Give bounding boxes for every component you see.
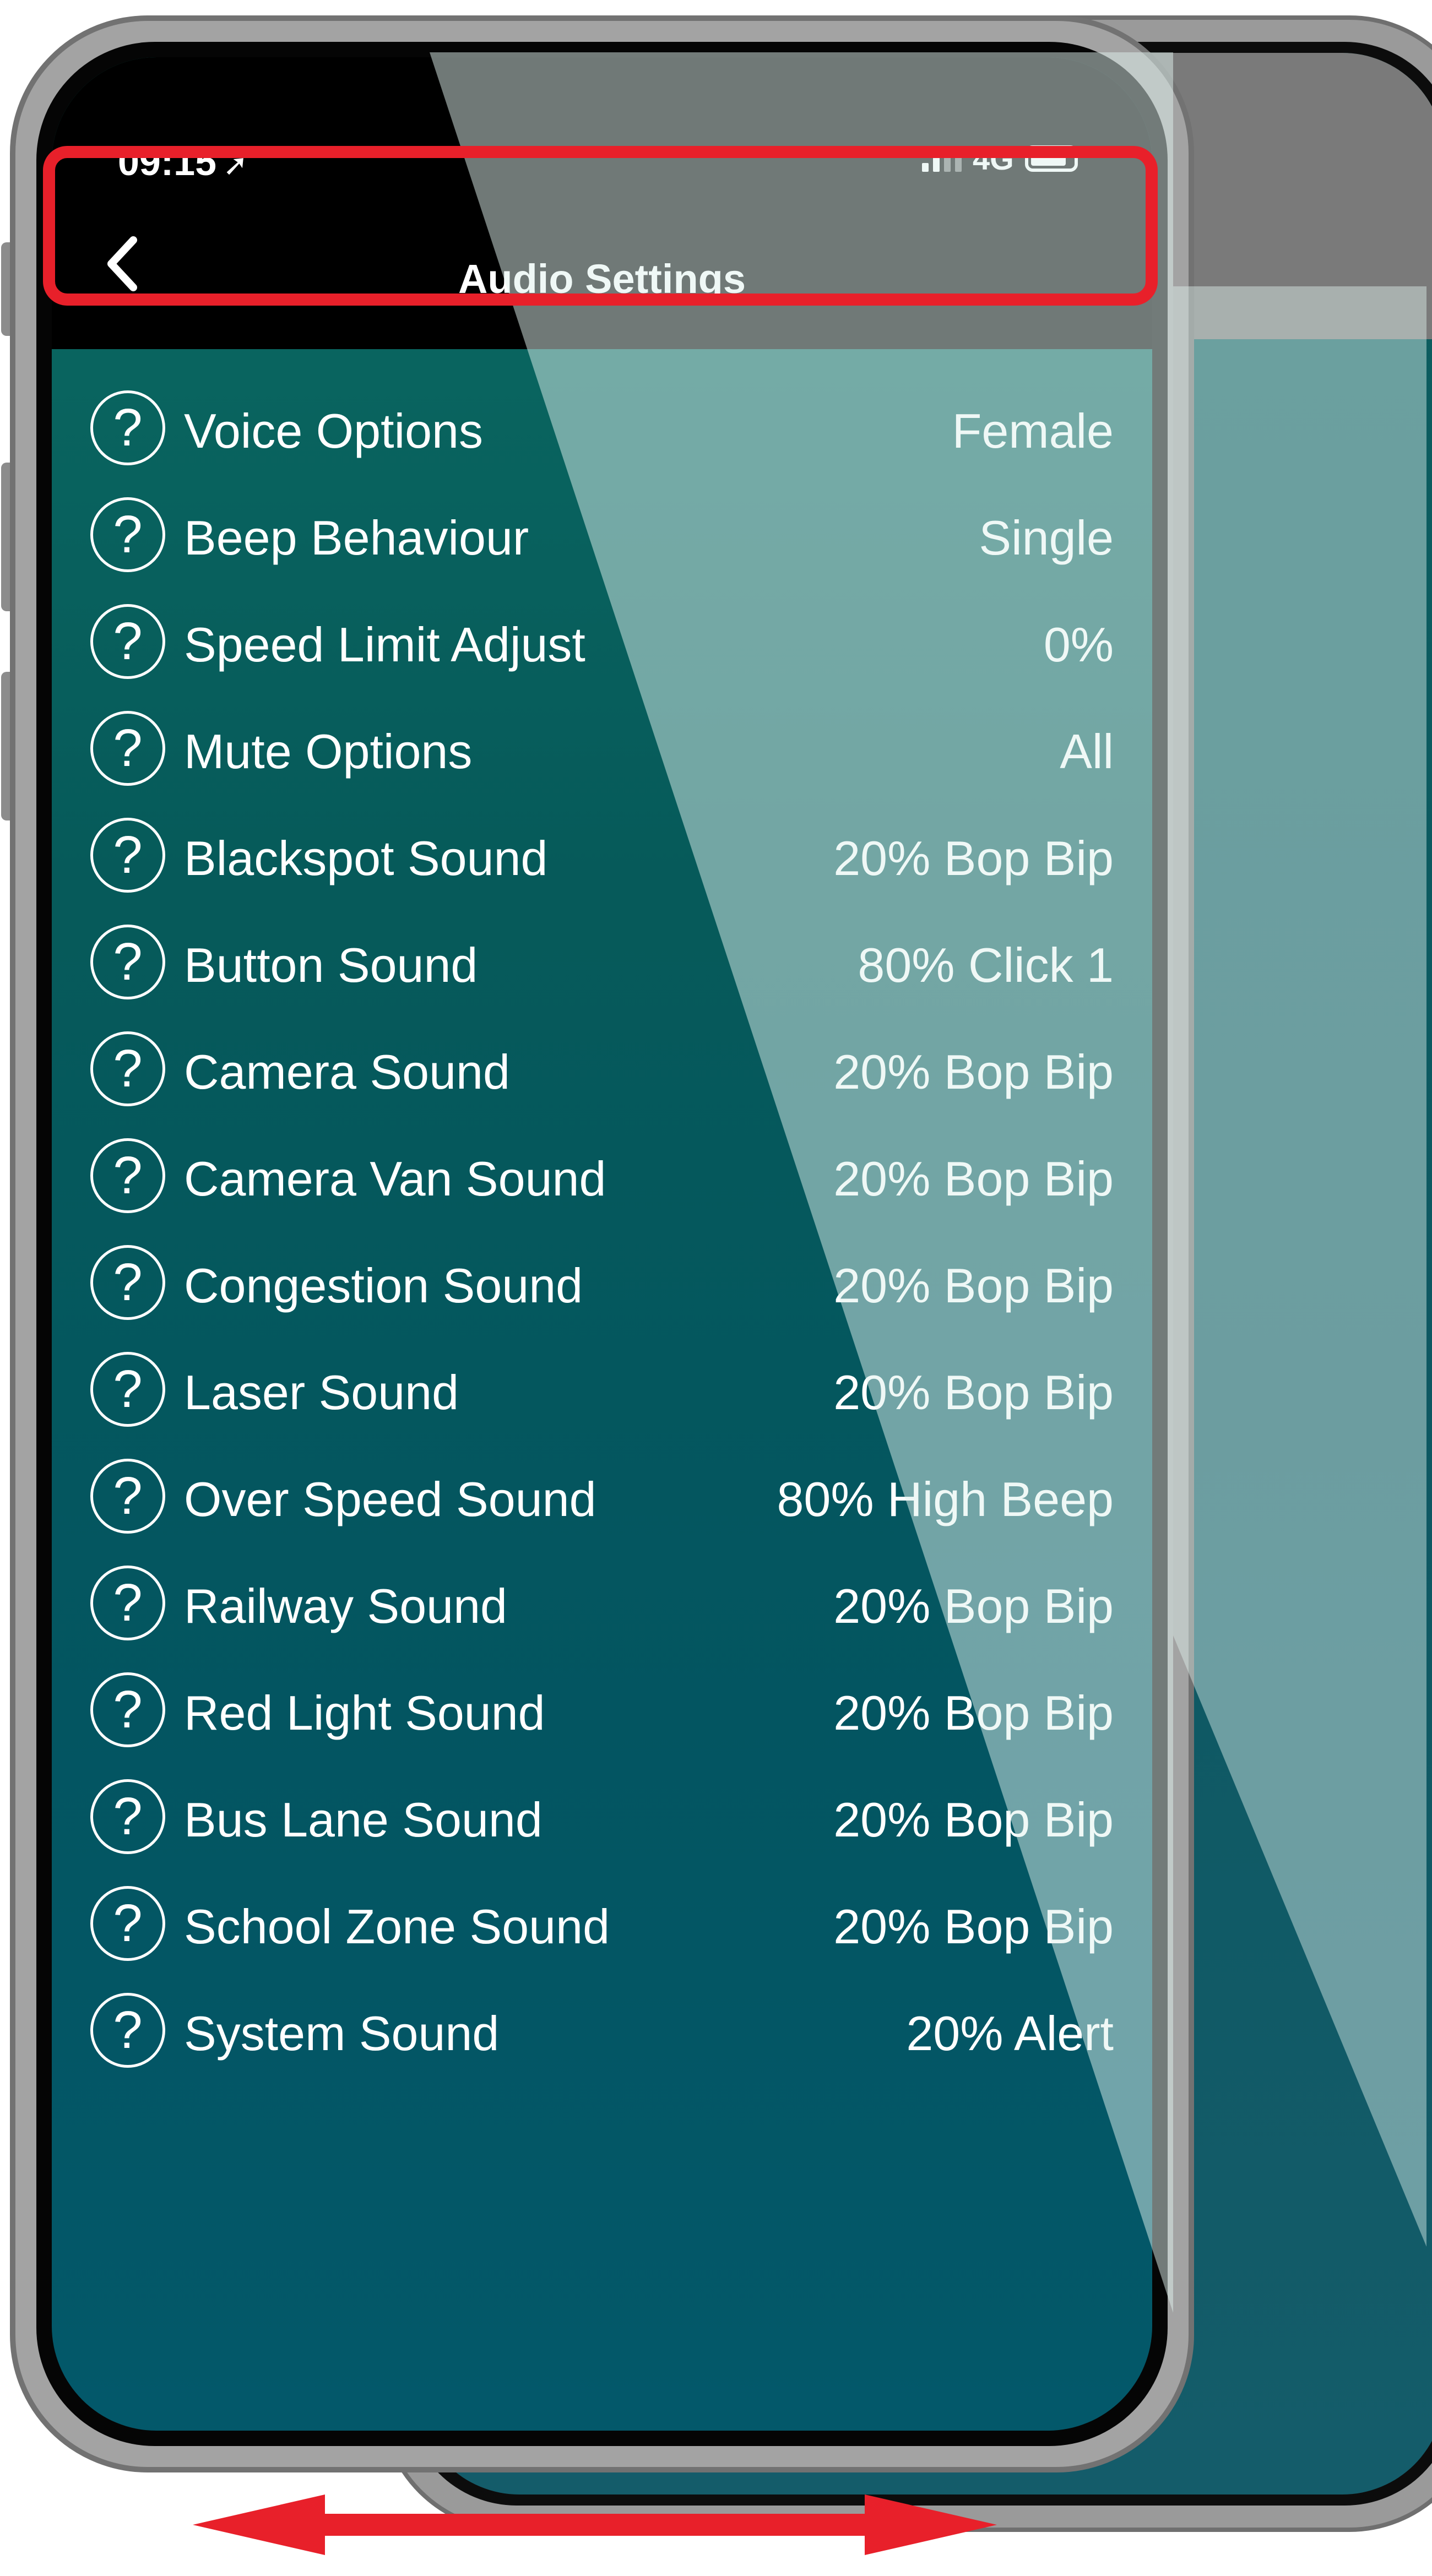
- settings-row-label: Red Light Sound: [184, 1686, 545, 1740]
- help-icon[interactable]: ?: [90, 390, 165, 465]
- settings-row-label: Camera Sound: [184, 1045, 510, 1099]
- settings-list: ? Voice Options Female? Beep Behaviour Singl…: [52, 377, 1152, 2086]
- settings-row-value[interactable]: 20% Alert: [906, 2006, 1114, 2062]
- help-icon[interactable]: ?: [90, 1886, 165, 1961]
- settings-row-label: Bus Lane Sound: [184, 1792, 543, 1847]
- help-icon[interactable]: ?: [90, 497, 165, 572]
- settings-row[interactable]: ? Speed Limit Adjust 0%: [52, 590, 1152, 697]
- battery-icon: [1024, 145, 1078, 172]
- status-bar: 09:15 ➚ 4G: [52, 57, 1152, 184]
- double-arrow-icon: [193, 2495, 997, 2555]
- settings-row-value[interactable]: 80% High Beep: [777, 1471, 1114, 1528]
- page-title: Audio Settings: [458, 256, 746, 302]
- settings-row-label: Voice Options: [184, 404, 483, 458]
- settings-row-label: System Sound: [184, 2006, 500, 2061]
- settings-row[interactable]: ? Railway Sound 20% Bop Bip: [52, 1552, 1152, 1659]
- settings-row-value[interactable]: All: [1060, 724, 1114, 780]
- settings-row-value[interactable]: Female: [952, 403, 1114, 459]
- settings-row[interactable]: ? Blackspot Sound 20% Bop Bip: [52, 804, 1152, 911]
- settings-row-label: Mute Options: [184, 724, 473, 779]
- status-time: 09:15: [118, 140, 217, 183]
- settings-row-value[interactable]: 20% Bop Bip: [833, 1792, 1114, 1848]
- settings-row[interactable]: ? Mute Options All: [52, 697, 1152, 804]
- phone-frame: 09:15 ➚ 4G Audio Settings ? Voice Option…: [10, 15, 1194, 2472]
- settings-row[interactable]: ? Button Sound 80% Click 1: [52, 911, 1152, 1018]
- help-icon[interactable]: ?: [90, 1779, 165, 1854]
- settings-row[interactable]: ? Congestion Sound 20% Bop Bip: [52, 1231, 1152, 1338]
- settings-row-value[interactable]: Single: [979, 510, 1114, 566]
- settings-row[interactable]: ? Laser Sound 20% Bop Bip: [52, 1338, 1152, 1445]
- help-icon[interactable]: ?: [90, 1993, 165, 2068]
- settings-row-label: Railway Sound: [184, 1579, 507, 1633]
- settings-row-value[interactable]: 20% Bop Bip: [833, 1044, 1114, 1100]
- settings-row[interactable]: ? Camera Sound 20% Bop Bip: [52, 1018, 1152, 1124]
- settings-row-value[interactable]: 20% Bop Bip: [833, 830, 1114, 887]
- settings-row-label: Congestion Sound: [184, 1258, 583, 1313]
- settings-row[interactable]: ? Voice Options Female: [52, 377, 1152, 483]
- settings-row-label: Speed Limit Adjust: [184, 617, 585, 672]
- help-icon[interactable]: ?: [90, 711, 165, 786]
- settings-row-value[interactable]: 20% Bop Bip: [833, 1258, 1114, 1314]
- settings-row-value[interactable]: 20% Bop Bip: [833, 1899, 1114, 1955]
- settings-row[interactable]: ? Beep Behaviour Single: [52, 483, 1152, 590]
- location-arrow-icon: ➚: [223, 149, 248, 182]
- settings-row-label: School Zone Sound: [184, 1899, 610, 1954]
- help-icon[interactable]: ?: [90, 1566, 165, 1640]
- settings-row[interactable]: ? Camera Van Sound 20% Bop Bip: [52, 1124, 1152, 1231]
- status-indicators: 4G: [922, 142, 1078, 176]
- settings-row-label: Camera Van Sound: [184, 1151, 606, 1206]
- settings-row-value[interactable]: 80% Click 1: [858, 937, 1114, 993]
- settings-row-value[interactable]: 20% Bop Bip: [833, 1685, 1114, 1741]
- settings-row[interactable]: ? Over Speed Sound 80% High Beep: [52, 1445, 1152, 1552]
- navigation-bar: Audio Settings: [52, 184, 1152, 349]
- settings-row-label: Blackspot Sound: [184, 831, 548, 885]
- settings-row[interactable]: ? System Sound 20% Alert: [52, 1979, 1152, 2086]
- settings-row-value[interactable]: 20% Bop Bip: [833, 1578, 1114, 1634]
- network-type: 4G: [973, 142, 1014, 176]
- settings-row-label: Over Speed Sound: [184, 1472, 596, 1526]
- help-icon[interactable]: ?: [90, 1352, 165, 1427]
- settings-row[interactable]: ? Bus Lane Sound 20% Bop Bip: [52, 1765, 1152, 1872]
- help-icon[interactable]: ?: [90, 1031, 165, 1106]
- settings-row[interactable]: ? School Zone Sound 20% Bop Bip: [52, 1872, 1152, 1979]
- help-icon[interactable]: ?: [90, 604, 165, 679]
- help-icon[interactable]: ?: [90, 1245, 165, 1320]
- help-icon[interactable]: ?: [90, 1138, 165, 1213]
- cellular-signal-icon: [922, 146, 962, 172]
- help-icon[interactable]: ?: [90, 1672, 165, 1747]
- settings-row-value[interactable]: 20% Bop Bip: [833, 1151, 1114, 1207]
- settings-row-value[interactable]: 20% Bop Bip: [833, 1365, 1114, 1421]
- app-screen: 09:15 ➚ 4G Audio Settings ? Voice Option…: [52, 57, 1152, 2431]
- settings-row-label: Beep Behaviour: [184, 510, 529, 565]
- settings-row-value[interactable]: 0%: [1044, 617, 1114, 673]
- settings-row[interactable]: ? Red Light Sound 20% Bop Bip: [52, 1659, 1152, 1765]
- status-time-container: 09:15 ➚: [118, 140, 248, 184]
- help-icon[interactable]: ?: [90, 925, 165, 999]
- help-icon[interactable]: ?: [90, 1459, 165, 1534]
- settings-row-label: Laser Sound: [184, 1365, 459, 1420]
- stage: ••••• ce 09:15➚: [0, 0, 1432, 2576]
- help-icon[interactable]: ?: [90, 818, 165, 893]
- settings-row-label: Button Sound: [184, 938, 478, 992]
- phone-bezel: 09:15 ➚ 4G Audio Settings ? Voice Option…: [36, 42, 1168, 2446]
